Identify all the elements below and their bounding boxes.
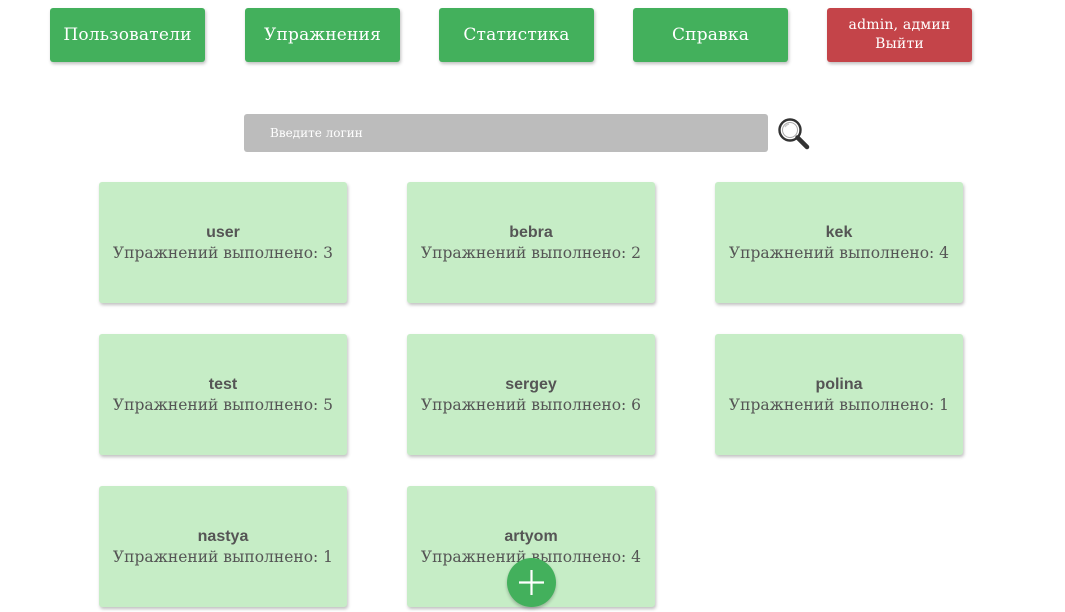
user-card-name: bebra (509, 224, 553, 241)
current-user-label: admin, админ (848, 17, 951, 33)
user-card-count: Упражнений выполнено: 1 (728, 396, 950, 414)
nav-exercises-button[interactable]: Упражнения (245, 8, 400, 62)
nav-exercises-label: Упражнения (263, 25, 382, 45)
add-user-button[interactable] (507, 558, 556, 607)
user-card[interactable]: polina Упражнений выполнено: 1 (715, 334, 963, 455)
user-card-count: Упражнений выполнено: 1 (112, 548, 334, 566)
user-card[interactable]: user Упражнений выполнено: 3 (99, 182, 347, 303)
nav-help-label: Справка (671, 25, 750, 45)
user-card-name: artyom (504, 528, 558, 545)
user-card[interactable]: kek Упражнений выполнено: 4 (715, 182, 963, 303)
user-card[interactable]: sergey Упражнений выполнено: 6 (407, 334, 655, 455)
logout-label: Выйти (875, 36, 924, 52)
user-card-name: user (206, 224, 240, 241)
user-card[interactable]: bebra Упражнений выполнено: 2 (407, 182, 655, 303)
nav-users-button[interactable]: Пользователи (50, 8, 205, 62)
user-card-name: test (208, 376, 238, 393)
nav-statistics-button[interactable]: Статистика (439, 8, 594, 62)
user-card-name: sergey (505, 376, 557, 393)
nav-users-label: Пользователи (63, 25, 192, 45)
user-card-count: Упражнений выполнено: 5 (112, 396, 334, 414)
user-card-name: nastya (197, 528, 249, 545)
user-card-name: kek (825, 224, 853, 241)
user-card-count: Упражнений выполнено: 6 (420, 396, 642, 414)
user-card[interactable]: test Упражнений выполнено: 5 (99, 334, 347, 455)
nav-statistics-label: Статистика (463, 25, 570, 45)
users-page: Пользователи Упражнения Статистика Справ… (0, 0, 1065, 612)
plus-icon (519, 570, 544, 595)
logout-button[interactable]: admin, админ Выйти (827, 8, 972, 62)
user-card[interactable]: nastya Упражнений выполнено: 1 (99, 486, 347, 607)
user-card-count: Упражнений выполнено: 3 (112, 244, 334, 262)
user-card-count: Упражнений выполнено: 4 (728, 244, 950, 262)
nav-help-button[interactable]: Справка (633, 8, 788, 62)
user-card-count: Упражнений выполнено: 2 (420, 244, 642, 262)
user-card-name: polina (815, 376, 863, 393)
search-input[interactable] (244, 114, 768, 152)
search-icon[interactable] (776, 116, 810, 150)
search-bar (244, 114, 768, 152)
